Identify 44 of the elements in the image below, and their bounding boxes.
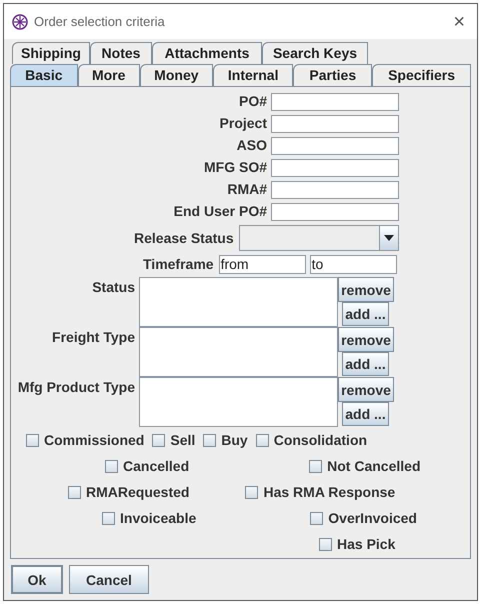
field-label: Timeframe [143, 255, 214, 274]
remove-button[interactable]: remove [338, 377, 394, 402]
field-label: Project [220, 114, 267, 133]
tab[interactable]: Internal [212, 64, 294, 86]
tab[interactable]: Parties [293, 64, 372, 86]
tab[interactable]: Shipping [12, 42, 90, 64]
to-field[interactable]: to [310, 255, 397, 274]
field-label: Release Status [134, 228, 234, 248]
checkbox-label: Has RMA Response [263, 482, 396, 502]
checkbox-label: Buy [221, 430, 248, 450]
window-title: Order selection criteria [34, 12, 165, 31]
checkbox-label: OverInvoiced [328, 508, 417, 528]
field-label: MFG SO# [204, 158, 267, 177]
checkbox-label: Consolidation [274, 430, 368, 450]
list-label: Status [92, 278, 135, 297]
checkbox-label: Invoiceable [120, 508, 196, 528]
tab[interactable]: Attachments [152, 42, 262, 64]
add-button[interactable]: add ... [342, 402, 389, 426]
tab[interactable]: Basic [10, 64, 78, 86]
tab[interactable]: More [78, 64, 140, 86]
remove-button[interactable]: remove [338, 277, 394, 302]
tab[interactable]: Specifiers [372, 64, 471, 86]
checkbox-label: Sell [170, 430, 196, 450]
tab[interactable]: Search Keys [262, 42, 368, 64]
add-button[interactable]: add ... [342, 352, 389, 376]
from-field[interactable]: from [218, 255, 306, 274]
field-label: ASO [236, 136, 267, 155]
dialog-button[interactable]: Ok [11, 565, 63, 594]
tab[interactable]: Money [140, 64, 213, 86]
dialog-button[interactable]: Cancel [69, 565, 149, 594]
list-label: Mfg Product Type [18, 378, 135, 397]
field-label: RMA# [227, 180, 267, 199]
tab[interactable]: Notes [90, 42, 152, 64]
checkbox-label: Not Cancelled [327, 456, 420, 476]
remove-button[interactable]: remove [338, 327, 394, 352]
field-label: PO# [238, 92, 267, 111]
checkbox-label: Cancelled [123, 456, 190, 476]
field-label: End User PO# [174, 202, 267, 221]
checkbox-label: RMARequested [86, 482, 190, 502]
list-label: Freight Type [52, 328, 135, 347]
checkbox-label: Commissioned [44, 430, 144, 450]
close-button[interactable]: × [453, 12, 469, 32]
checkbox-label: Has Pick [337, 534, 396, 554]
add-button[interactable]: add ... [342, 302, 389, 326]
